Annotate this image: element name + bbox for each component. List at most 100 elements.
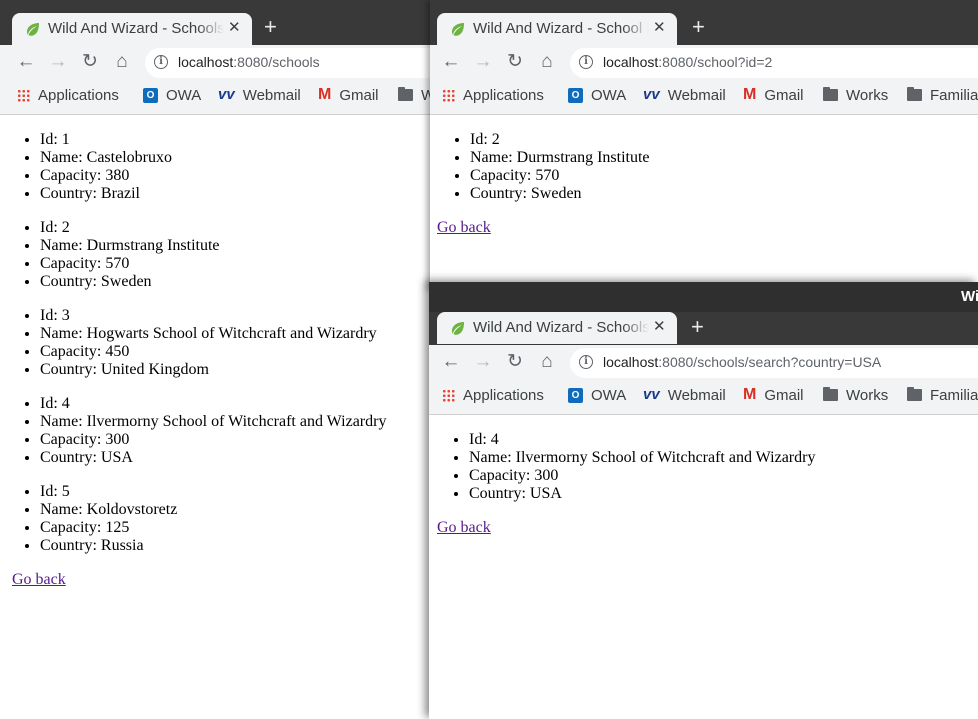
school-list: Id: 3 Name: Hogwarts School of Witchcraf… <box>0 307 430 379</box>
bookmark-works[interactable]: Works <box>823 87 888 107</box>
school-capacity: Capacity: 380 <box>40 167 430 185</box>
spring-leaf-icon <box>452 322 464 335</box>
school-id: Id: 2 <box>40 219 430 237</box>
toolbar: ← → ↻ ⌂ i localhost:8080/schools <box>0 45 430 80</box>
new-tab-icon[interactable]: + <box>692 14 705 40</box>
bookmark-gmail[interactable]: M Gmail <box>743 86 804 107</box>
reload-icon[interactable]: ↻ <box>505 352 525 372</box>
school-list: Id: 5 Name: Koldovstoretz Capacity: 125 … <box>0 483 430 555</box>
browser-window-schools: Wild And Wizard - Schools ✕ + ← → ↻ ⌂ i … <box>0 0 430 719</box>
back-icon[interactable]: ← <box>16 52 36 72</box>
bookmark-webmail[interactable]: vv Webmail <box>643 86 726 107</box>
browser-window-search: Wi Wild And Wizard - Schools ✕ + ← → ↻ ⌂… <box>429 282 978 719</box>
school-name: Name: Durmstrang Institute <box>470 149 978 167</box>
info-icon[interactable]: i <box>154 55 168 69</box>
school-list: Id: 2 Name: Durmstrang Institute Capacit… <box>430 131 978 203</box>
home-icon[interactable]: ⌂ <box>537 352 557 372</box>
bookmark-familia[interactable]: Familia <box>907 87 978 107</box>
apps-grid-icon <box>442 88 455 102</box>
bookmarks-bar: Applications O OWA vv Webmail M Gmail Works… <box>429 380 978 415</box>
outlook-icon: O <box>143 87 158 103</box>
folder-icon <box>823 387 838 402</box>
school-id: Id: 5 <box>40 483 430 501</box>
school-name: Name: Koldovstoretz <box>40 501 430 519</box>
new-tab-icon[interactable]: + <box>691 314 704 340</box>
forward-icon[interactable]: → <box>473 52 493 72</box>
school-country: Country: United Kingdom <box>40 361 430 379</box>
school-capacity: Capacity: 300 <box>40 431 430 449</box>
school-capacity: Capacity: 450 <box>40 343 430 361</box>
school-name: Name: Castelobruxo <box>40 149 430 167</box>
bookmarks-bar: Applications O OWA vv Webmail M Gmail W <box>0 80 430 115</box>
bookmark-owa[interactable]: O OWA <box>143 87 201 107</box>
school-list: Id: 4 Name: Ilvermorny School of Witchcr… <box>0 395 430 467</box>
folder-icon <box>907 387 922 402</box>
back-icon[interactable]: ← <box>441 352 461 372</box>
school-id: Id: 2 <box>470 131 978 149</box>
os-title-bar: Wi <box>429 282 978 312</box>
tab-schools[interactable]: Wild And Wizard - Schools ✕ <box>12 13 252 45</box>
url-text: localhost:8080/schools <box>178 54 320 70</box>
page-content: Id: 4 Name: Ilvermorny School of Witchcr… <box>429 415 978 719</box>
home-icon[interactable]: ⌂ <box>537 52 557 72</box>
school-id: Id: 3 <box>40 307 430 325</box>
school-country: Country: Russia <box>40 537 430 555</box>
bookmark-gmail[interactable]: M Gmail <box>318 86 379 107</box>
bookmark-webmail[interactable]: vv Webmail <box>218 86 301 107</box>
outlook-icon: O <box>568 387 583 403</box>
bookmarks-bar: Applications O OWA vv Webmail M Gmail Works… <box>430 80 978 115</box>
school-country: Country: USA <box>40 449 430 467</box>
bookmark-webmail[interactable]: vv Webmail <box>643 386 726 407</box>
tab-school-detail[interactable]: Wild And Wizard - School I ✕ <box>437 13 677 45</box>
bookmark-works[interactable]: W <box>398 87 430 107</box>
tab-close-icon[interactable]: ✕ <box>228 19 241 37</box>
bookmark-applications[interactable]: Applications <box>17 87 119 107</box>
info-icon[interactable]: i <box>579 355 593 369</box>
bookmark-applications[interactable]: Applications <box>442 87 544 107</box>
bookmark-gmail[interactable]: M Gmail <box>743 386 804 407</box>
go-back-link[interactable]: Go back <box>437 219 491 236</box>
school-list: Id: 2 Name: Durmstrang Institute Capacit… <box>0 219 430 291</box>
school-country: Country: Sweden <box>470 185 978 203</box>
school-list: Id: 1 Name: Castelobruxo Capacity: 380 C… <box>0 131 430 203</box>
school-id: Id: 4 <box>469 431 978 449</box>
apps-grid-icon <box>442 388 455 402</box>
school-name: Name: Durmstrang Institute <box>40 237 430 255</box>
go-back-link[interactable]: Go back <box>12 571 66 588</box>
go-back-link[interactable]: Go back <box>437 519 491 536</box>
reload-icon[interactable]: ↻ <box>80 52 100 72</box>
school-capacity: Capacity: 570 <box>40 255 430 273</box>
back-icon[interactable]: ← <box>441 52 461 72</box>
bookmark-familia[interactable]: Familia <box>907 387 978 407</box>
window-title: Wi <box>961 288 978 305</box>
tab-search[interactable]: Wild And Wizard - Schools ✕ <box>437 312 677 344</box>
forward-icon[interactable]: → <box>473 352 493 372</box>
tab-close-icon[interactable]: ✕ <box>653 19 666 37</box>
bookmark-owa[interactable]: O OWA <box>568 387 626 407</box>
forward-icon[interactable]: → <box>48 52 68 72</box>
toolbar: ← → ↻ ⌂ i localhost:8080/school?id=2 <box>430 45 978 80</box>
home-icon[interactable]: ⌂ <box>112 52 132 72</box>
url-text: localhost:8080/school?id=2 <box>603 54 773 70</box>
address-bar[interactable]: i localhost:8080/school?id=2 <box>570 48 978 78</box>
tab-title: Wild And Wizard - Schools <box>48 20 224 37</box>
bookmark-owa[interactable]: O OWA <box>568 87 626 107</box>
school-capacity: Capacity: 570 <box>470 167 978 185</box>
school-country: Country: Brazil <box>40 185 430 203</box>
school-name: Name: Hogwarts School of Witchcraft and … <box>40 325 430 343</box>
gmail-icon: M <box>743 86 757 104</box>
bookmark-applications[interactable]: Applications <box>442 387 544 407</box>
new-tab-icon[interactable]: + <box>264 14 277 40</box>
bookmark-works[interactable]: Works <box>823 387 888 407</box>
school-name: Name: Ilvermorny School of Witchcraft an… <box>40 413 430 431</box>
reload-icon[interactable]: ↻ <box>505 52 525 72</box>
address-bar[interactable]: i localhost:8080/schools <box>145 48 430 78</box>
info-icon[interactable]: i <box>579 55 593 69</box>
page-content: Id: 1 Name: Castelobruxo Capacity: 380 C… <box>0 115 430 719</box>
folder-icon <box>823 87 838 102</box>
spring-leaf-icon <box>27 23 39 36</box>
folder-icon <box>398 87 413 102</box>
tab-close-icon[interactable]: ✕ <box>653 318 666 336</box>
webmail-icon: vv <box>643 386 660 404</box>
address-bar[interactable]: i localhost:8080/schools/search?country=… <box>570 348 978 378</box>
